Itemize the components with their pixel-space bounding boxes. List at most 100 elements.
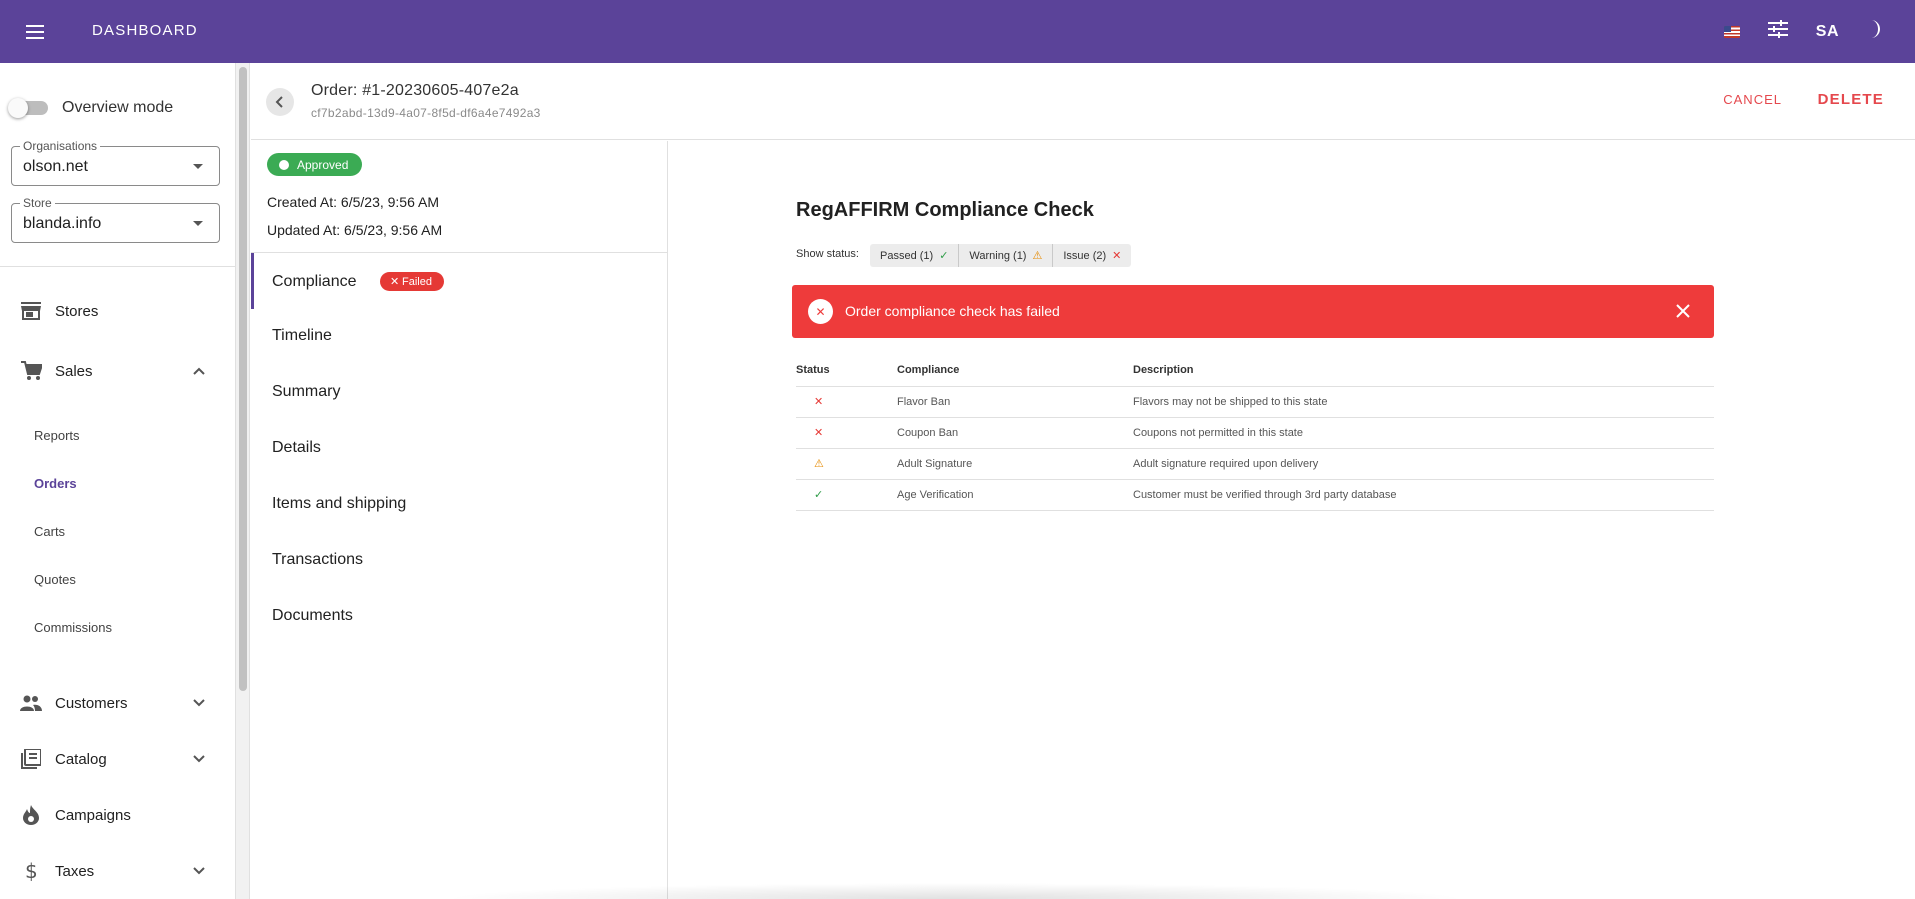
- error-circle-icon: ✕: [808, 299, 833, 324]
- dark-mode-moon-icon[interactable]: [1867, 19, 1885, 44]
- order-header: Order: #1-20230605-407e2a cf7b2abd-13d9-…: [251, 63, 1915, 140]
- failed-badge-label: Failed: [402, 275, 432, 288]
- section-summary[interactable]: Summary: [272, 383, 340, 401]
- compliance-failed-alert: ✕ Order compliance check has failed: [792, 285, 1714, 338]
- section-details[interactable]: Details: [272, 439, 321, 457]
- app-bar: DASHBOARD SA: [0, 0, 1915, 63]
- sidebar-subitem-quotes[interactable]: Quotes: [34, 572, 76, 587]
- dropdown-caret-icon: [193, 221, 203, 226]
- sections-divider: [251, 252, 668, 253]
- us-flag-icon[interactable]: [1723, 25, 1740, 38]
- shopping-cart-icon: [20, 360, 42, 382]
- description-cell: Customer must be verified through 3rd pa…: [1122, 479, 1714, 511]
- warning-icon: ⚠: [814, 458, 824, 470]
- column-header-compliance: Compliance: [886, 354, 1122, 387]
- store-select-value: blanda.info: [23, 215, 102, 232]
- library-books-icon: [20, 748, 42, 770]
- compliance-cell: Coupon Ban: [886, 417, 1122, 449]
- compliance-cell: Adult Signature: [886, 448, 1122, 480]
- chevron-down-icon[interactable]: [191, 863, 207, 879]
- sidebar-item-label: Taxes: [55, 862, 95, 880]
- scrollbar-thumb[interactable]: [239, 67, 247, 691]
- user-avatar[interactable]: SA: [1816, 23, 1839, 41]
- sidebar-item-label: Catalog: [55, 750, 107, 768]
- description-cell: Coupons not permitted in this state: [1122, 417, 1714, 449]
- close-icon: ✕: [390, 276, 400, 288]
- order-title: Order: #1-20230605-407e2a: [311, 82, 519, 99]
- filter-warning-button[interactable]: Warning (1) ⚠: [959, 244, 1054, 267]
- filter-issue-button[interactable]: Issue (2) ✕: [1053, 244, 1131, 267]
- overview-mode-label: Overview mode: [62, 99, 174, 116]
- tune-settings-icon[interactable]: [1767, 20, 1788, 43]
- filter-passed-button[interactable]: Passed (1) ✓: [870, 244, 960, 267]
- store-icon: [20, 300, 42, 322]
- compliance-failed-badge: ✕ Failed: [380, 272, 444, 291]
- dollar-icon: $: [20, 860, 42, 882]
- bottom-shadow: [440, 883, 1470, 899]
- section-timeline[interactable]: Timeline: [272, 327, 332, 345]
- sidebar-subitem-orders[interactable]: Orders: [34, 476, 77, 491]
- close-icon[interactable]: [1674, 302, 1692, 320]
- sidebar-scrollbar[interactable]: [236, 63, 250, 899]
- people-icon: [20, 692, 42, 714]
- toggle-knob: [8, 98, 28, 118]
- organisations-select[interactable]: Organisations olson.net: [11, 139, 220, 186]
- close-icon: ✕: [814, 396, 824, 408]
- compliance-panel: RegAFFIRM Compliance Check Show status: …: [669, 141, 1915, 899]
- organisations-select-label: Organisations: [20, 139, 101, 153]
- status-cell: ✕: [796, 417, 886, 449]
- sidebar-item-label: Stores: [55, 302, 99, 320]
- table-row: ✕ Flavor Ban Flavors may not be shipped …: [796, 386, 1714, 418]
- sidebar-subitem-commissions[interactable]: Commissions: [34, 620, 112, 635]
- created-at: Created At: 6/5/23, 9:56 AM: [267, 194, 439, 210]
- table-row: ✓ Age Verification Customer must be veri…: [796, 479, 1714, 511]
- back-button[interactable]: [266, 88, 294, 116]
- sidebar-item-taxes[interactable]: $ Taxes: [0, 851, 235, 891]
- section-compliance[interactable]: Compliance: [272, 273, 356, 291]
- filter-label: Issue (2): [1063, 249, 1107, 262]
- section-documents[interactable]: Documents: [272, 607, 353, 625]
- description-cell: Adult signature required upon delivery: [1122, 448, 1714, 480]
- chevron-up-icon[interactable]: [191, 363, 207, 379]
- chevron-down-icon[interactable]: [191, 695, 207, 711]
- store-select-label: Store: [20, 196, 55, 210]
- dropdown-caret-icon: [193, 164, 203, 169]
- order-uuid: cf7b2abd-13d9-4a07-8f5d-df6a4e7492a3: [311, 106, 541, 120]
- sidebar-item-customers[interactable]: Customers: [0, 683, 235, 723]
- status-cell: ✓: [796, 479, 886, 511]
- delete-button[interactable]: DELETE: [1818, 91, 1884, 108]
- overview-mode-toggle-row: Overview mode: [8, 98, 174, 118]
- sidebar-subitem-reports[interactable]: Reports: [34, 428, 80, 443]
- sidebar-subitem-carts[interactable]: Carts: [34, 524, 65, 539]
- check-icon: ✓: [939, 250, 949, 262]
- compliance-cell: Age Verification: [886, 479, 1122, 511]
- order-sections-panel: Approved Created At: 6/5/23, 9:56 AM Upd…: [251, 141, 668, 899]
- cancel-button[interactable]: CANCEL: [1723, 92, 1782, 107]
- sidebar-item-campaigns[interactable]: Campaigns: [0, 795, 235, 835]
- section-transactions[interactable]: Transactions: [272, 551, 363, 569]
- section-items-and-shipping[interactable]: Items and shipping: [272, 495, 406, 513]
- column-header-description: Description: [1122, 354, 1714, 387]
- menu-icon[interactable]: [20, 19, 50, 45]
- close-icon: ✕: [1112, 250, 1122, 262]
- sidebar-item-stores[interactable]: Stores: [0, 291, 235, 331]
- warning-icon: ⚠: [1032, 250, 1043, 262]
- close-icon: ✕: [814, 427, 824, 439]
- filter-label: Passed (1): [880, 249, 934, 262]
- flame-icon: [20, 804, 42, 826]
- organisations-select-value: olson.net: [23, 158, 88, 175]
- compliance-cell: Flavor Ban: [886, 386, 1122, 418]
- sidebar-item-catalog[interactable]: Catalog: [0, 739, 235, 779]
- store-select[interactable]: Store blanda.info: [11, 196, 220, 243]
- status-dot-icon: [279, 160, 289, 170]
- sidebar-item-sales[interactable]: Sales: [0, 351, 235, 391]
- column-header-status: Status: [796, 354, 886, 387]
- sidebar-item-label: Sales: [55, 362, 93, 380]
- overview-mode-toggle[interactable]: [8, 98, 48, 118]
- updated-at: Updated At: 6/5/23, 9:56 AM: [267, 222, 443, 238]
- filter-label: Warning (1): [969, 249, 1027, 262]
- status-cell: ✕: [796, 386, 886, 418]
- show-status-label: Show status:: [796, 248, 859, 260]
- chevron-down-icon[interactable]: [191, 751, 207, 767]
- compliance-table: Status Compliance Description ✕ Flavor B…: [796, 354, 1714, 511]
